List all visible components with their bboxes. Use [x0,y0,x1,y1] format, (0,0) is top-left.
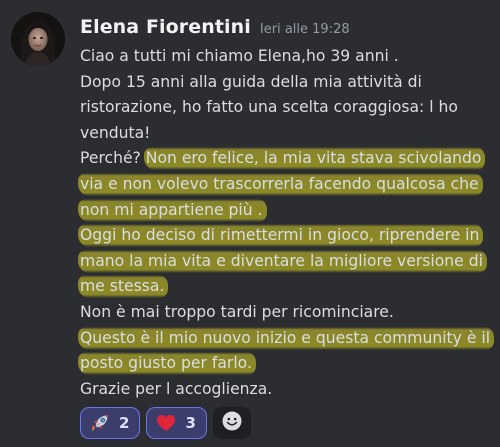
line-text: Ciao a tutti mi chiamo Elena,ho 39 anni … [80,47,399,65]
line-text: Non è mai troppo tardi per ricominciare. [80,302,394,321]
reactions-bar: 2 3 [80,407,251,439]
message-header: Elena Fiorentini Ieri alle 19:28 [80,16,350,44]
message-line: venduta! [80,121,490,147]
line-text: Dopo 15 anni alla guida della mia attivi… [80,72,422,91]
highlighted-text: me stessa. [78,275,169,299]
message-line: posto giusto per farlo. [78,351,490,377]
message-line: Non è mai troppo tardi per ricominciare. [80,300,490,326]
message-content: Ciao a tutti mi chiamo Elena,ho 39 anni … [78,44,495,403]
author-name[interactable]: Elena Fiorentini [80,16,251,38]
highlighted-text: via e non volevo trascorrerla facendo qu… [78,172,483,196]
line-text: Perché? [80,149,146,168]
message-line: Grazie per l accoglienza. [80,377,490,403]
user-avatar[interactable] [11,12,65,66]
message-line: Oggi ho deciso di rimettermi in gioco, r… [78,223,490,249]
smiley-add-icon [221,410,243,436]
reaction-count: 3 [185,414,196,432]
reaction-count: 2 [119,414,130,432]
message-line: non mi appartiene più . [78,198,490,224]
add-reaction-button[interactable] [212,407,251,439]
reaction-heart[interactable]: 3 [146,407,207,439]
highlighted-text: Questo è il mio nuovo inizio e questa co… [78,326,495,350]
message-timestamp[interactable]: Ieri alle 19:28 [260,22,350,37]
message-line: Dopo 15 anni alla guida della mia attivi… [80,70,490,96]
highlighted-text: posto giusto per farlo. [78,352,256,376]
reaction-rocket[interactable]: 2 [80,407,141,439]
message-line: me stessa. [78,274,490,300]
message-line: ristorazione, ho fatto una scelta coragg… [80,95,490,121]
line-text: venduta! [80,123,151,142]
chat-message: Elena Fiorentini Ieri alle 19:28 Ciao a … [0,0,500,447]
highlighted-text: non mi appartiene più . [78,198,267,222]
line-text: Grazie per l accoglienza. [80,379,273,398]
message-line: mano la mia vita e diventare la migliore… [78,249,490,275]
message-line: Questo è il mio nuovo inizio e questa co… [78,326,495,352]
message-line: Ciao a tutti mi chiamo Elena,ho 39 anni … [80,44,490,70]
highlighted-text: Non ero felice, la mia vita stava scivol… [143,147,486,171]
red-heart-icon [155,412,177,434]
message-line: via e non volevo trascorrerla facendo qu… [78,172,490,198]
rocket-icon [89,412,111,434]
highlighted-text: Oggi ho deciso di rimettermi in gioco, r… [78,224,484,248]
line-text: ristorazione, ho fatto una scelta coragg… [80,98,458,117]
message-line: Perché? Non ero felice, la mia vita stav… [80,146,490,172]
highlighted-text: mano la mia vita e diventare la migliore… [78,249,487,273]
